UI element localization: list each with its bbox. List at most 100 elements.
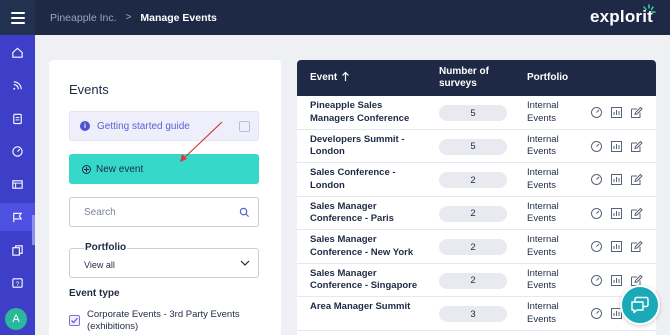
dashboard-icon[interactable]	[590, 307, 603, 320]
nav-feed[interactable]	[0, 71, 35, 99]
nav-events[interactable]	[0, 203, 35, 231]
search-input[interactable]	[84, 206, 224, 218]
event-type-title: Event type	[69, 288, 120, 299]
column-surveys-line1: Number of	[439, 66, 489, 77]
survey-count: 2	[439, 272, 507, 289]
edit-icon[interactable]	[630, 240, 643, 253]
column-portfolio[interactable]: Portfolio	[527, 72, 568, 83]
table-row[interactable]: Area Manager Summit 3 Internal Events	[297, 297, 656, 331]
event-name[interactable]: Sales Conference - London	[310, 167, 425, 192]
dashboard-icon[interactable]	[590, 240, 603, 253]
event-portfolio: Internal Events	[527, 133, 559, 158]
edit-icon[interactable]	[630, 207, 643, 220]
report-icon[interactable]	[610, 106, 623, 119]
copy-icon	[12, 244, 23, 256]
browser-icon	[12, 179, 23, 189]
survey-count: 2	[439, 172, 507, 188]
survey-count: 3	[439, 306, 507, 322]
flag-icon	[13, 212, 23, 222]
search-box	[69, 197, 259, 227]
top-bar: Pineapple Inc. > Manage Events explorit	[0, 0, 670, 35]
clipboard-icon	[13, 113, 22, 124]
event-name[interactable]: Sales Manager Conference - New York	[310, 234, 425, 259]
guide-checkbox[interactable]	[239, 121, 250, 132]
new-event-button[interactable]: New event	[69, 154, 259, 184]
chat-button[interactable]	[620, 285, 660, 325]
help-icon: ?	[12, 277, 23, 287]
table-row[interactable]: Sales Manager Conference - New York 2 Inte…	[297, 230, 656, 264]
logo-spark-icon	[643, 4, 656, 13]
nav-home[interactable]	[0, 38, 35, 66]
survey-count: 2	[439, 205, 507, 222]
check-icon	[71, 317, 78, 324]
edit-icon[interactable]	[630, 140, 643, 153]
portfolio-select[interactable]: Portfolio View all	[69, 242, 259, 278]
event-name[interactable]: Developers Summit - London	[310, 134, 425, 159]
event-portfolio: Internal Events	[527, 100, 559, 124]
nav-copy[interactable]	[0, 236, 35, 264]
table-row[interactable]: Sales Conference - London 2 Internal Event…	[297, 163, 656, 197]
chevron-down-icon	[240, 260, 250, 266]
nav-help[interactable]: ?	[0, 269, 35, 297]
event-type-option-label: Corporate Events - 3rd Party Events (exh…	[87, 309, 240, 332]
report-icon[interactable]	[610, 140, 623, 153]
table-row[interactable]: Pineapple Sales Managers Conference 5 Inte…	[297, 96, 656, 130]
report-icon[interactable]	[610, 274, 623, 287]
event-type-checkbox[interactable]	[69, 315, 80, 326]
event-portfolio: Internal Events	[527, 234, 559, 258]
nav-pages[interactable]	[0, 170, 35, 198]
avatar[interactable]: A	[5, 308, 27, 330]
search-icon[interactable]	[239, 207, 250, 218]
portfolio-value: View all	[84, 260, 115, 270]
nav-dashboard[interactable]	[0, 137, 35, 165]
event-portfolio: Internal Events	[527, 167, 559, 191]
event-portfolio: Internal Events	[527, 267, 559, 292]
table-row[interactable]: Sales Manager Conference - Paris 2 Interna…	[297, 197, 656, 230]
edit-icon[interactable]	[630, 106, 643, 119]
event-name[interactable]: Area Manager Summit	[310, 301, 425, 314]
survey-count: 5	[439, 105, 507, 121]
annotation-arrow	[180, 121, 223, 162]
new-event-label: New event	[96, 163, 144, 175]
report-icon[interactable]	[610, 240, 623, 253]
nav-surveys[interactable]	[0, 104, 35, 132]
panel-title: Events	[69, 82, 109, 97]
portfolio-label: Portfolio	[84, 242, 128, 253]
column-event[interactable]: Event	[310, 72, 337, 83]
edit-icon[interactable]	[630, 173, 643, 186]
event-name[interactable]: Sales Manager Conference - Paris	[310, 201, 425, 226]
row-actions	[590, 106, 643, 119]
column-surveys-line2: surveys	[439, 78, 477, 89]
chat-icon	[631, 296, 649, 314]
row-actions	[590, 240, 643, 253]
event-name[interactable]: Sales Manager Conference - Singapore	[310, 268, 425, 293]
dashboard-icon[interactable]	[590, 207, 603, 220]
row-actions	[590, 207, 643, 220]
side-nav: ? A	[0, 35, 35, 335]
home-icon	[12, 47, 23, 58]
event-name[interactable]: Pineapple Sales Managers Conference	[310, 100, 425, 125]
report-icon[interactable]	[610, 207, 623, 220]
dashboard-icon[interactable]	[590, 140, 603, 153]
column-surveys[interactable]: Number of surveys	[439, 66, 489, 90]
dashboard-icon[interactable]	[590, 106, 603, 119]
event-portfolio: Internal Events	[527, 200, 559, 225]
dashboard-icon[interactable]	[590, 173, 603, 186]
gauge-icon	[12, 145, 23, 157]
sort-up-icon[interactable]	[341, 71, 350, 82]
row-actions	[590, 140, 643, 153]
report-icon[interactable]	[610, 173, 623, 186]
breadcrumb-current: Manage Events	[140, 11, 217, 24]
dashboard-icon[interactable]	[590, 274, 603, 287]
table-row[interactable]: Sales Manager Conference - Singapore 2 Int…	[297, 264, 656, 297]
getting-started-guide[interactable]: i Getting started guide	[69, 111, 259, 141]
svg-text:?: ?	[16, 280, 20, 287]
menu-icon[interactable]	[0, 0, 35, 35]
event-portfolio: Internal Events	[527, 301, 559, 325]
feed-icon	[13, 80, 22, 90]
plus-circle-icon	[82, 164, 91, 174]
events-table: Event Number of surveys Portfolio Pineap…	[297, 60, 656, 335]
table-row[interactable]: Developers Summit - London 5 Internal Even…	[297, 130, 656, 163]
row-actions	[590, 173, 643, 186]
breadcrumb-org[interactable]: Pineapple Inc.	[50, 12, 117, 24]
